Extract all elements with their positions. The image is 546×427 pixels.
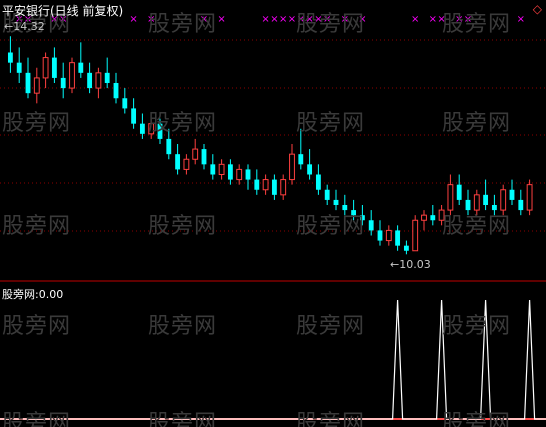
signal-marker: × (279, 14, 287, 25)
candle-body-up (438, 209, 445, 221)
indicator-name: 股旁网 (2, 288, 35, 301)
candle-body-down (491, 205, 497, 211)
candle-body-down (518, 199, 524, 211)
indicator-line (0, 299, 546, 420)
signal-marker: × (129, 14, 137, 25)
candle-body-down (359, 215, 365, 221)
candle-body-up (42, 57, 49, 79)
candle-body-down (395, 230, 401, 246)
signal-marker: × (323, 14, 331, 25)
candle-body-down (377, 230, 383, 241)
candle-body-down (271, 179, 277, 195)
candle-body-down (201, 149, 207, 165)
candle-body-down (113, 83, 119, 99)
candle-body-down (175, 154, 181, 170)
low-price-label: ←10.03 (390, 258, 431, 271)
signal-marker: × (341, 14, 349, 25)
candle-body-down (456, 184, 462, 200)
signal-marker: × (314, 14, 322, 25)
signal-marker: × (288, 14, 296, 25)
candle-body-down (157, 123, 163, 139)
high-price-value: 14.32 (13, 20, 45, 33)
candle-body-down (51, 57, 57, 78)
signal-marker: × (358, 14, 366, 25)
candle-body-up (218, 163, 225, 175)
candle-body-up (447, 184, 454, 211)
chart-title: 平安银行(日线 前复权) (2, 4, 124, 18)
candle-body-down (509, 189, 515, 200)
candle-body-down (210, 164, 216, 175)
candle-body-up (500, 189, 507, 211)
candle-body-down (403, 245, 409, 251)
candle-body-down (254, 179, 260, 190)
candle-body-down (104, 72, 110, 83)
signal-marker: × (437, 14, 445, 25)
indicator-value: 0.00 (38, 288, 64, 301)
candle-body-down (430, 215, 436, 221)
low-price-value: 10.03 (399, 258, 431, 271)
signal-marker: × (455, 14, 463, 25)
candle-body-down (351, 210, 357, 216)
candle-body-down (60, 77, 66, 89)
candle-body-up (236, 168, 243, 181)
candle-body-down (324, 189, 330, 200)
candle-body-up (473, 194, 480, 211)
candle-body-down (16, 62, 22, 73)
candle-body-up (183, 158, 190, 170)
candle-body-down (87, 72, 93, 89)
indicator-label: 股旁网:0.00 (2, 286, 63, 302)
candle-body-down (78, 62, 84, 73)
candle-body-up (262, 179, 269, 191)
high-price-label: ←14.32 (4, 20, 45, 33)
candle-body-up (69, 62, 75, 89)
candle-body-down (333, 199, 339, 205)
candle-body-down (298, 154, 304, 165)
diamond-icon[interactable]: ◇ (533, 2, 542, 16)
candle-body-down (245, 169, 251, 180)
candle-body-up (95, 72, 102, 89)
signal-marker: × (270, 14, 278, 25)
candle-body-up (33, 77, 40, 94)
candle-body-up (526, 184, 533, 211)
candle-body-down (315, 174, 321, 190)
candle-body-up (385, 229, 392, 242)
candle-body-down (307, 164, 313, 175)
candle-body-down (25, 72, 31, 94)
signal-marker: × (297, 14, 305, 25)
signal-marker: × (517, 14, 525, 25)
signal-marker: × (200, 14, 208, 25)
candle-body-up (192, 148, 199, 160)
candle-body-down (122, 98, 128, 109)
candle-body-down (139, 123, 145, 134)
candle-body-up (289, 153, 295, 181)
signal-marker: × (464, 14, 472, 25)
candle-body-down (483, 194, 489, 205)
signal-marker: × (261, 14, 269, 25)
candle-body-up (421, 214, 427, 221)
signal-marker: × (305, 14, 313, 25)
candle-body-up (412, 219, 419, 252)
signal-marker: × (217, 14, 225, 25)
candle-body-up (148, 123, 155, 135)
candle-body-down (342, 205, 348, 211)
signal-marker: × (411, 14, 419, 25)
signal-marker: × (147, 14, 155, 25)
signal-marker: × (429, 14, 437, 25)
candle-body-down (166, 138, 172, 155)
candlestick-chart[interactable]: × × × × × × × × × × × × × × × × × × × × × × × × (0, 0, 546, 427)
stock-chart-window: × × × × × × × × × × × × × × × × × × × × × × × × 股旁网 股旁网 股旁网 股旁网… (0, 0, 546, 427)
candle-body-down (465, 199, 471, 211)
candle-body-down (7, 52, 13, 63)
candle-body-down (227, 164, 233, 180)
candle-body-down (131, 108, 137, 124)
candle-body-down (368, 220, 374, 231)
candle-body-up (280, 179, 287, 196)
